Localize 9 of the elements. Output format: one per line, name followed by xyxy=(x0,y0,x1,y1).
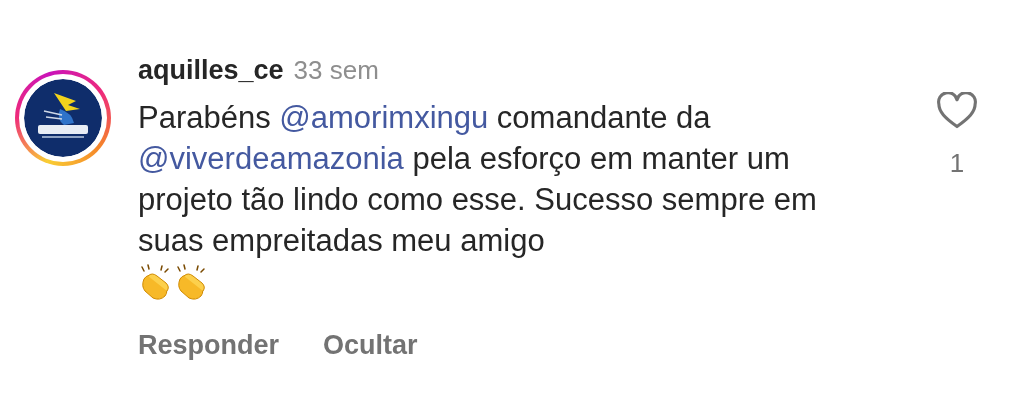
comment-text: Parabéns @amorimxingu comandante da @viverdeamazonia pela esforço em manter um projeto tão lindo como esse. Sucesso sempre em suas empreitadas meu amigo xyxy=(138,98,818,260)
heart-icon[interactable] xyxy=(936,92,978,130)
hide-button[interactable]: Ocultar xyxy=(323,324,418,365)
mention-link[interactable]: @viverdeamazonia xyxy=(138,140,404,176)
timestamp: 33 sem xyxy=(293,54,379,87)
like-count: 1 xyxy=(949,147,965,180)
username[interactable]: aquilles_ce xyxy=(138,50,284,91)
mention-link[interactable]: @amorimxingu xyxy=(279,99,489,135)
reply-button[interactable]: Responder xyxy=(138,324,280,365)
